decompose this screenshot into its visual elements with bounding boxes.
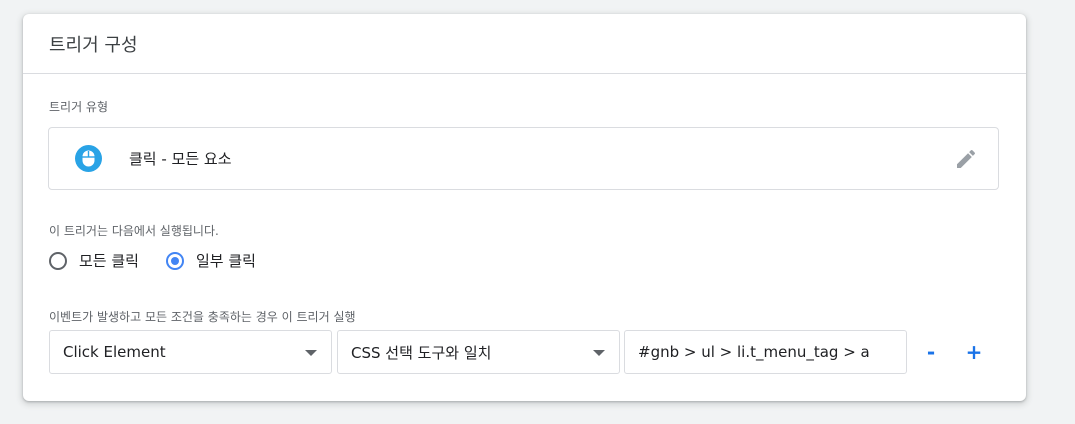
- condition-value-input[interactable]: [624, 330, 907, 374]
- trigger-type-label: 트리거 유형: [49, 100, 109, 114]
- operator-select-value: CSS 선택 도구와 일치: [351, 343, 492, 362]
- fire-on-radio-group: 모든 클릭 일부 클릭: [49, 250, 283, 271]
- radio-button-some-clicks[interactable]: [165, 251, 184, 270]
- operator-select[interactable]: CSS 선택 도구와 일치: [337, 330, 620, 374]
- radio-label-some-clicks: 일부 클릭: [195, 252, 256, 270]
- trigger-type-selector[interactable]: 클릭 - 모든 요소: [48, 127, 999, 190]
- trigger-config-card: 트리거 구성 트리거 유형 클릭 - 모든 요소 이 트리거는 다음에서 실행됩…: [23, 14, 1026, 401]
- radio-button-all-clicks[interactable]: [49, 251, 67, 270]
- dropdown-caret-icon: [305, 350, 317, 356]
- page-title: 트리거 구성: [49, 34, 138, 56]
- pencil-icon[interactable]: [954, 147, 978, 171]
- dropdown-caret-icon: [593, 350, 605, 356]
- fire-on-label: 이 트리거는 다음에서 실행됩니다.: [49, 224, 219, 238]
- radio-all-clicks[interactable]: 모든 클릭: [49, 250, 139, 271]
- radio-label-all-clicks: 모든 클릭: [79, 252, 139, 270]
- variable-select[interactable]: Click Element: [49, 330, 332, 374]
- add-condition-button[interactable]: +: [959, 337, 989, 367]
- remove-condition-button[interactable]: -: [916, 337, 946, 367]
- card-header: 트리거 구성: [23, 14, 1026, 74]
- trigger-type-name: 클릭 - 모든 요소: [129, 150, 232, 168]
- variable-select-value: Click Element: [63, 343, 166, 361]
- radio-some-clicks[interactable]: 일부 클릭: [165, 250, 256, 271]
- conditions-label: 이벤트가 발생하고 모든 조건을 충족하는 경우 이 트리거 실행: [49, 310, 356, 324]
- mouse-icon: [75, 145, 102, 172]
